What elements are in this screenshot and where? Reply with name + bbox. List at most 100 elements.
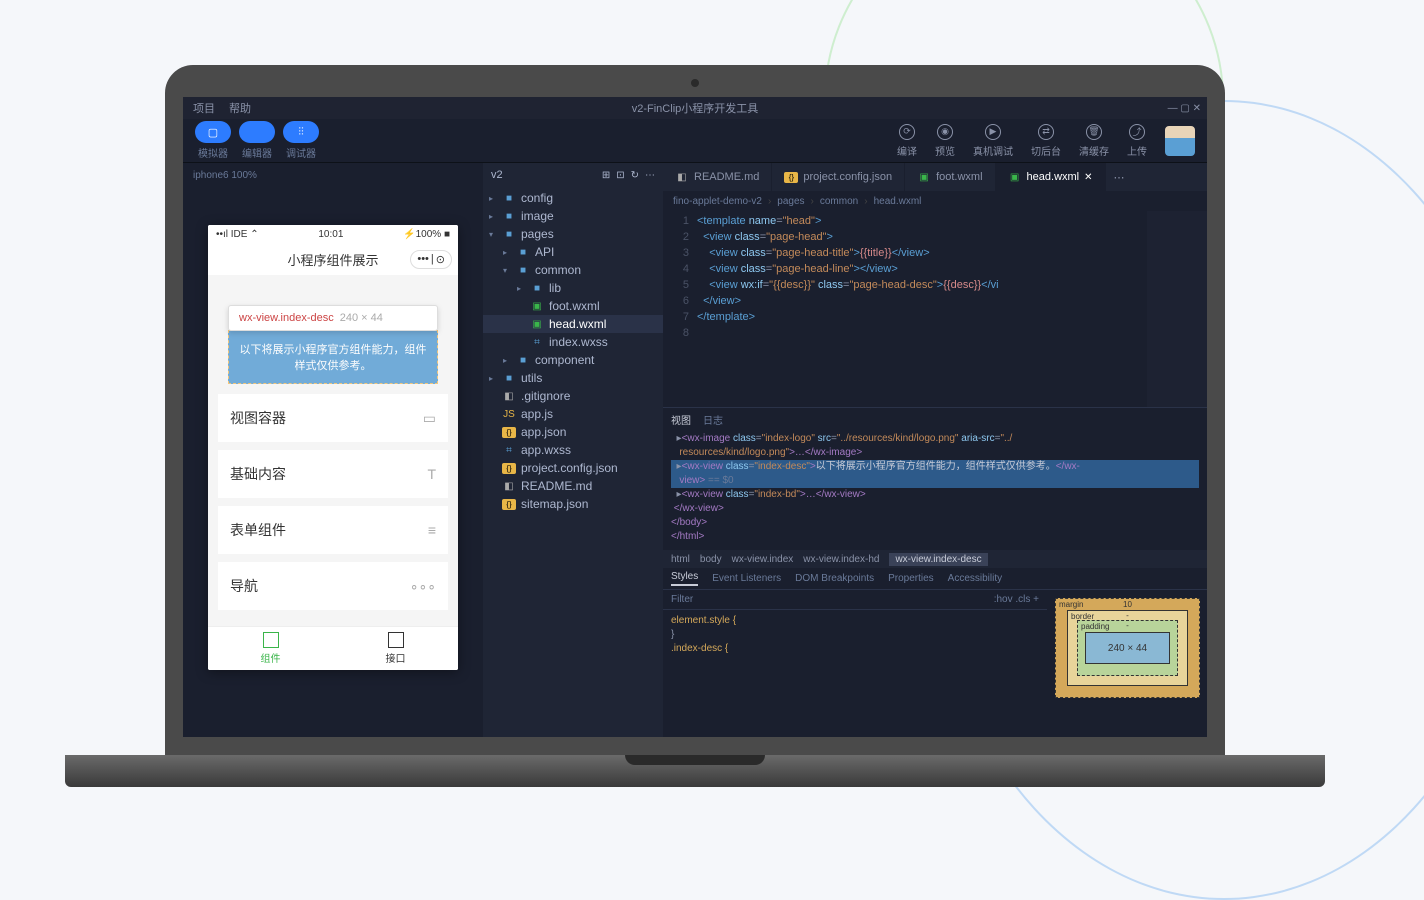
bm-padding-label: padding bbox=[1081, 622, 1109, 631]
menu-帮助[interactable]: 帮助 bbox=[229, 100, 251, 116]
file-utils[interactable]: ▸ ■ utils bbox=[483, 369, 663, 387]
md-icon: ◧ bbox=[502, 481, 516, 492]
json-icon: {} bbox=[502, 463, 516, 474]
md-icon: ◧ bbox=[502, 391, 516, 402]
dom-crumb[interactable]: wx-view.index-hd bbox=[803, 554, 879, 565]
tool-清缓存[interactable]: 🗑清缓存 bbox=[1079, 124, 1109, 158]
tool-切后台[interactable]: ⇄切后台 bbox=[1031, 124, 1061, 158]
tree-action-icon[interactable]: ↻ bbox=[631, 170, 639, 181]
code-editor[interactable]: 12345678 <template name="head"> <view cl… bbox=[663, 211, 1207, 407]
file-index.wxss[interactable]: ⌗ index.wxss bbox=[483, 333, 663, 351]
dt-subtab-Event Listeners[interactable]: Event Listeners bbox=[712, 573, 781, 584]
file-foot.wxml[interactable]: ▣ foot.wxml bbox=[483, 297, 663, 315]
folder-icon: ■ bbox=[502, 373, 516, 384]
box-model: margin10 border- padding- 240 × 44 bbox=[1047, 590, 1207, 737]
file-app.json[interactable]: {} app.json bbox=[483, 423, 663, 441]
window-controls[interactable]: — ▢ ✕ bbox=[1168, 103, 1201, 114]
file-explorer: v2 ⊞ ⊡ ↻ ⋯ ▸ ■ config ▸ ■ image ▾ ■ pages ▸… bbox=[483, 163, 663, 737]
component-row[interactable]: 导航∘∘∘ bbox=[218, 562, 448, 610]
crumb[interactable]: common bbox=[820, 196, 858, 207]
tree-action-icon[interactable]: ⊡ bbox=[616, 170, 624, 181]
project-root: v2 bbox=[491, 169, 503, 181]
capsule-menu-icon[interactable]: ••• bbox=[417, 253, 429, 266]
minimap[interactable] bbox=[1147, 211, 1207, 407]
tool-预览[interactable]: ◉预览 bbox=[935, 124, 955, 158]
menu-项目[interactable]: 项目 bbox=[193, 100, 215, 116]
laptop-camera bbox=[691, 79, 699, 87]
status-time: 10:01 bbox=[318, 229, 343, 240]
tree-action-icon[interactable]: ⋯ bbox=[645, 170, 655, 181]
editor-tabs: ◧ README.md {} project.config.json ▣ foo… bbox=[663, 163, 1207, 191]
close-icon[interactable]: ✕ bbox=[1084, 172, 1092, 183]
dom-crumb[interactable]: wx-view.index bbox=[732, 554, 794, 565]
styles-filter-tools[interactable]: :hov .cls + bbox=[994, 594, 1039, 605]
file-.gitignore[interactable]: ◧ .gitignore bbox=[483, 387, 663, 405]
styles-filter-input[interactable]: Filter bbox=[671, 594, 693, 605]
avatar[interactable] bbox=[1165, 126, 1195, 156]
bm-margin-top: 10 bbox=[1123, 600, 1132, 609]
file-API[interactable]: ▸ ■ API bbox=[483, 243, 663, 261]
inspect-tooltip: wx-view.index-desc 240 × 44 bbox=[228, 305, 438, 331]
tab-组件[interactable]: 组件 bbox=[208, 627, 333, 670]
tool-编译[interactable]: ⟳编译 bbox=[897, 124, 917, 158]
tool-模拟器[interactable]: ▢模拟器 bbox=[195, 121, 231, 160]
file-component[interactable]: ▸ ■ component bbox=[483, 351, 663, 369]
highlighted-element[interactable]: 以下将展示小程序官方组件能力，组件样式仅供参考。 bbox=[228, 330, 438, 384]
tooltip-size: 240 × 44 bbox=[340, 312, 383, 324]
file-app.wxss[interactable]: ⌗ app.wxss bbox=[483, 441, 663, 459]
crumb[interactable]: fino-applet-demo-v2 bbox=[673, 196, 762, 207]
component-row[interactable]: 基础内容T bbox=[218, 450, 448, 498]
file-sitemap.json[interactable]: {} sitemap.json bbox=[483, 495, 663, 513]
dom-inspector[interactable]: ▸<wx-image class="index-logo" src="../re… bbox=[663, 430, 1207, 550]
editor-tab-README.md[interactable]: ◧ README.md bbox=[663, 163, 772, 191]
file-image[interactable]: ▸ ■ image bbox=[483, 207, 663, 225]
dom-breadcrumb[interactable]: html body wx-view.index wx-view.index-hd wx-… bbox=[663, 550, 1207, 568]
file-README.md[interactable]: ◧ README.md bbox=[483, 477, 663, 495]
dom-crumb[interactable]: wx-view.index-desc bbox=[889, 553, 987, 566]
tool-上传[interactable]: ⤴上传 bbox=[1127, 124, 1147, 158]
dt-subtab-Styles[interactable]: Styles bbox=[671, 571, 698, 586]
folder-icon: ■ bbox=[502, 211, 516, 222]
editor-tab-project.config.json[interactable]: {} project.config.json bbox=[772, 163, 905, 191]
bm-content: 240 × 44 bbox=[1085, 632, 1170, 664]
crumb[interactable]: head.wxml bbox=[874, 196, 922, 207]
dom-crumb[interactable]: body bbox=[700, 554, 722, 565]
json-icon: {} bbox=[784, 172, 798, 183]
component-row[interactable]: 表单组件≡ bbox=[218, 506, 448, 554]
file-lib[interactable]: ▸ ■ lib bbox=[483, 279, 663, 297]
tree-action-icon[interactable]: ⊞ bbox=[602, 170, 610, 181]
file-config[interactable]: ▸ ■ config bbox=[483, 189, 663, 207]
tab-overflow-icon[interactable]: ⋯ bbox=[1106, 171, 1133, 184]
tab-接口[interactable]: 接口 bbox=[333, 627, 458, 670]
tool-真机调试[interactable]: ▶真机调试 bbox=[973, 124, 1013, 158]
editor-tab-head.wxml[interactable]: ▣ head.wxml✕ bbox=[996, 163, 1106, 191]
css-icon: ⌗ bbox=[502, 445, 516, 456]
dt-subtab-Properties[interactable]: Properties bbox=[888, 573, 934, 584]
breadcrumb: fino-applet-demo-v2›pages›common›head.wx… bbox=[663, 191, 1207, 211]
dt-subtab-Accessibility[interactable]: Accessibility bbox=[948, 573, 1002, 584]
tool-编辑器[interactable]: 编辑器 bbox=[239, 121, 275, 160]
dt-tab-视图[interactable]: 视图 bbox=[671, 412, 691, 427]
component-row[interactable]: 视图容器▭ bbox=[218, 394, 448, 442]
capsule-button[interactable]: ••• | ⊙ bbox=[410, 250, 452, 269]
dt-tab-日志[interactable]: 日志 bbox=[703, 412, 723, 427]
file-pages[interactable]: ▾ ■ pages bbox=[483, 225, 663, 243]
file-head.wxml[interactable]: ▣ head.wxml bbox=[483, 315, 663, 333]
wxml-icon: ▣ bbox=[530, 301, 544, 312]
editor-tab-foot.wxml[interactable]: ▣ foot.wxml bbox=[905, 163, 995, 191]
dt-subtab-DOM Breakpoints[interactable]: DOM Breakpoints bbox=[795, 573, 874, 584]
file-app.js[interactable]: JS app.js bbox=[483, 405, 663, 423]
file-project.config.json[interactable]: {} project.config.json bbox=[483, 459, 663, 477]
crumb[interactable]: pages bbox=[777, 196, 804, 207]
toolbar: ▢模拟器 编辑器 ⫶⫶调试器 ⟳编译 ◉预览 ▶真机调试 ⇄切后台 🗑清缓存 ⤴… bbox=[183, 119, 1207, 163]
file-common[interactable]: ▾ ■ common bbox=[483, 261, 663, 279]
folder-icon: ■ bbox=[516, 355, 530, 366]
js-icon: JS bbox=[502, 409, 516, 420]
tool-调试器[interactable]: ⫶⫶调试器 bbox=[283, 121, 319, 160]
capsule-close-icon[interactable]: ⊙ bbox=[436, 253, 445, 266]
json-icon: {} bbox=[502, 427, 516, 438]
tooltip-element: wx-view.index-desc bbox=[239, 312, 334, 324]
styles-panel[interactable]: element.style {}.index-desc {</span></di… bbox=[663, 610, 1047, 737]
dom-crumb[interactable]: html bbox=[671, 554, 690, 565]
nav-title: 小程序组件展示 bbox=[287, 250, 378, 269]
